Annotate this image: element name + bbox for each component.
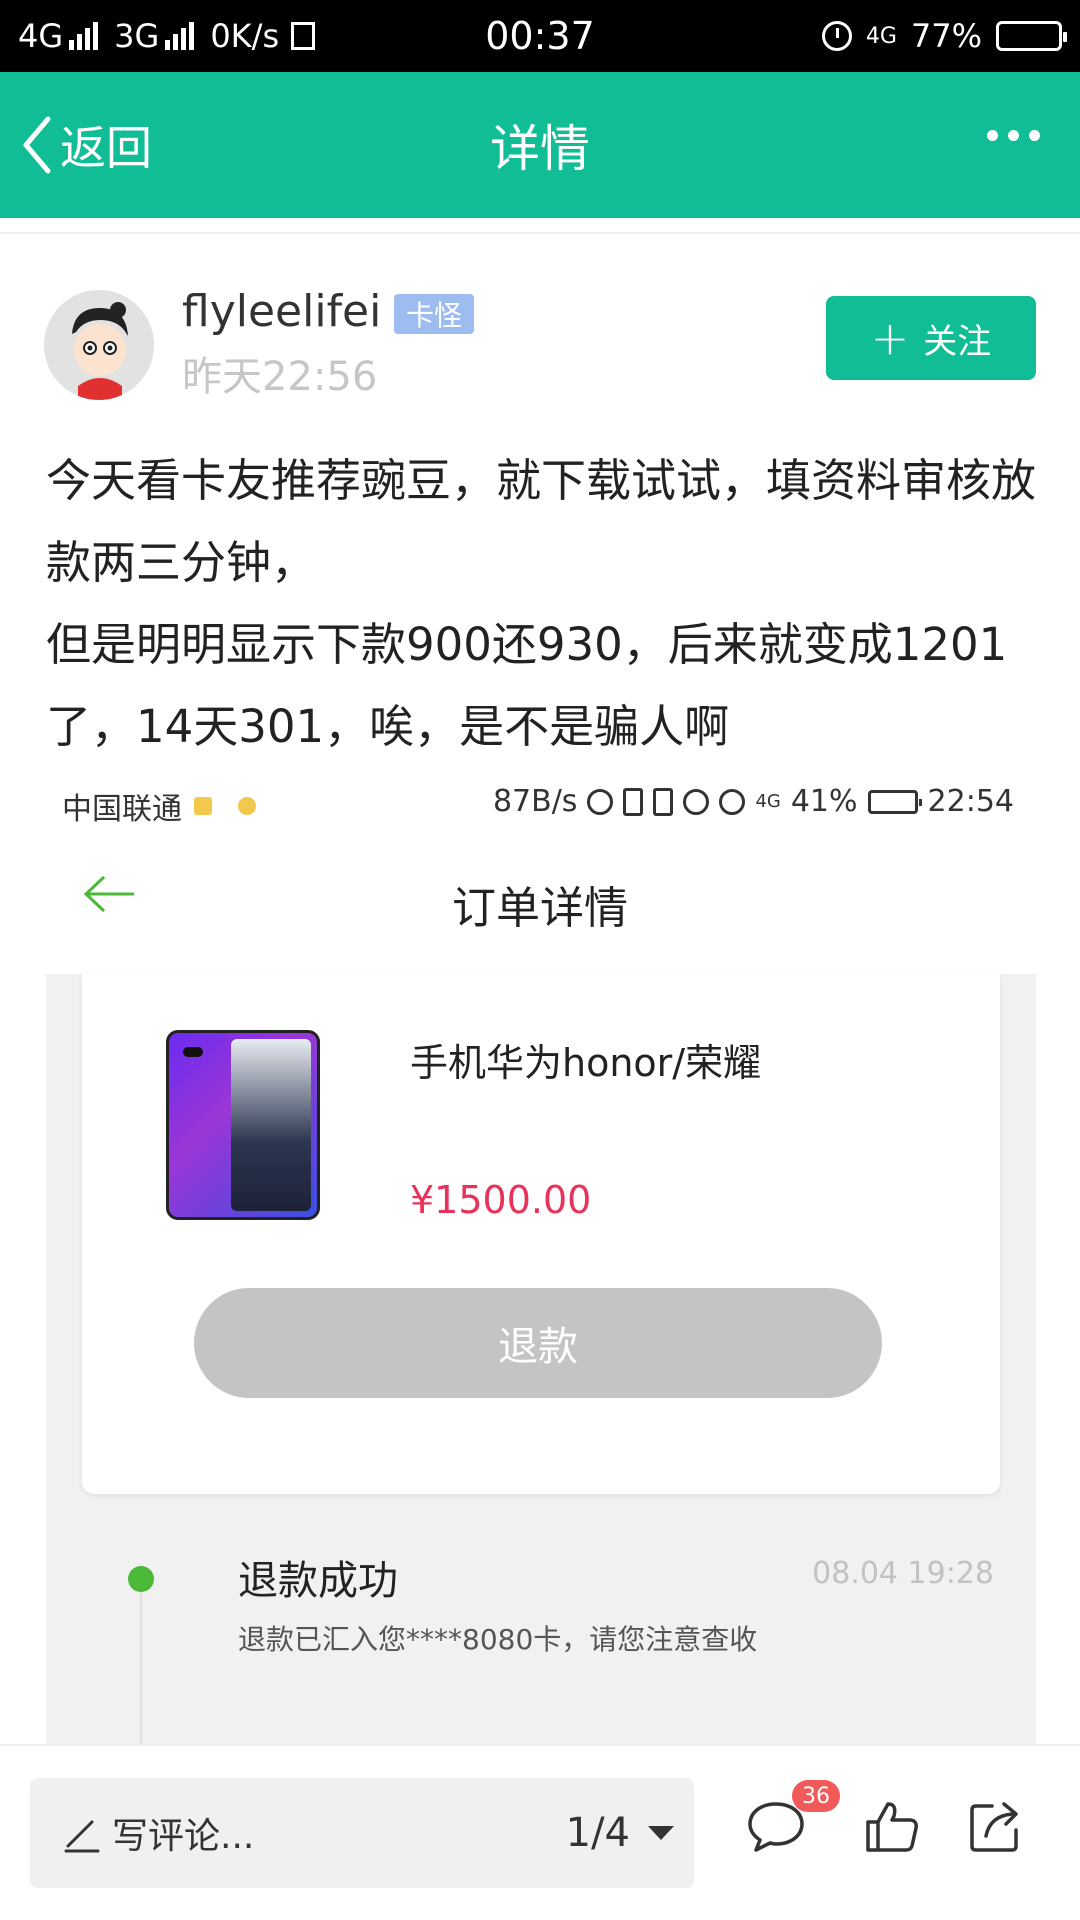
follow-button[interactable]: + 关注 [826, 296, 1036, 380]
timeline-dot [128, 1566, 154, 1592]
order-card: 手机华为honor/荣耀 ¥1500.00 退款 [82, 974, 1000, 1494]
page-indicator: 1/4 [565, 1810, 630, 1856]
status-bar: 4G 3G 0K/s 00:37 4G 77% [0, 0, 1080, 72]
back-button[interactable]: 返回 [20, 72, 152, 218]
embedded-body: 手机华为honor/荣耀 ¥1500.00 退款 退款成功 08.04 19:2… [46, 974, 1036, 1744]
embedded-battery-percent: 41% [790, 784, 858, 819]
share-icon[interactable] [968, 1798, 1024, 1854]
back-label: 返回 [60, 121, 152, 175]
post-text: 今天看卡友推荐豌豆，就下载试试，填资料审核放款两三分钟， 但是明明显示下款900… [46, 454, 1037, 753]
battery-icon [867, 789, 922, 814]
timeline-title: 退款成功 [238, 1558, 398, 1604]
bottom-bar: 写评论... 1/4 36 [0, 1744, 1080, 1920]
user-badge: 卡怪 [394, 294, 475, 334]
nfc-icon [653, 787, 674, 816]
product-name: 手机华为honor/荣耀 [410, 1041, 762, 1085]
embedded-title: 订单详情 [452, 883, 628, 934]
alarm-icon [683, 788, 710, 815]
embedded-status-right: 87B/s 4G 41% 22:54 [493, 784, 1014, 819]
status-left: 4G 3G 0K/s [18, 0, 316, 72]
comment-placeholder: 写评论... [112, 1816, 255, 1857]
username[interactable]: flyleelifei [182, 286, 381, 337]
signal-bars-icon [165, 22, 195, 50]
embedded-carrier: 中国联通 [62, 784, 256, 828]
app-header: 返回 详情 [0, 72, 1080, 218]
like-icon[interactable] [864, 1798, 920, 1854]
timeline-line [140, 1592, 142, 1744]
embedded-header: 订单详情 [0, 834, 1080, 974]
battery-percent: 77% [910, 17, 982, 55]
network-speed: 0K/s [210, 17, 280, 55]
carrier-label: 中国联通 [62, 792, 182, 827]
chevron-left-icon [23, 116, 51, 174]
app-icon [238, 797, 256, 815]
location-icon [587, 788, 614, 815]
avatar[interactable] [44, 290, 154, 400]
follow-label: 关注 [923, 321, 992, 362]
battery-icon [996, 21, 1067, 51]
avatar-image [44, 290, 154, 400]
embedded-speed: 87B/s [492, 784, 578, 819]
post-image[interactable]: 中国联通 87B/s 4G 41% 22:54 订单详情 手机华为honor/荣… [0, 772, 1080, 1744]
plus-icon: + [870, 311, 910, 365]
embedded-network: 4G [755, 791, 781, 812]
page-selector[interactable]: 1/4 [566, 1778, 674, 1888]
eye-icon [719, 788, 746, 815]
divider [0, 232, 1080, 234]
product-price: ¥1500.00 [410, 1178, 592, 1222]
sim-icon [291, 22, 316, 50]
alarm-icon [821, 21, 852, 51]
more-dots-icon[interactable] [987, 130, 1040, 141]
status-right: 4G 77% [821, 0, 1067, 72]
page-title: 详情 [490, 120, 590, 178]
network-3g-label: 3G [114, 17, 160, 55]
comment-count-badge: 36 [792, 1780, 840, 1812]
caret-down-icon [648, 1826, 674, 1840]
bluetooth-icon [623, 787, 644, 816]
timeline-desc: 退款已汇入您****8080卡，请您注意查收 [238, 1623, 758, 1656]
pencil-icon [64, 1820, 100, 1853]
embedded-status-bar: 中国联通 87B/s 4G 41% 22:54 [0, 772, 1080, 834]
post-time: 昨天22:56 [182, 354, 378, 400]
signal-bars-icon [69, 22, 99, 50]
comment-input[interactable]: 写评论... 1/4 [30, 1778, 694, 1888]
product-image [166, 1030, 320, 1220]
network-4g-label: 4G [18, 17, 64, 55]
network-4g-right: 4G [865, 23, 897, 49]
timeline-time: 08.04 19:28 [812, 1556, 994, 1591]
refund-button: 退款 [194, 1288, 882, 1398]
app-icon [194, 797, 212, 815]
embedded-time: 22:54 [927, 784, 1014, 819]
